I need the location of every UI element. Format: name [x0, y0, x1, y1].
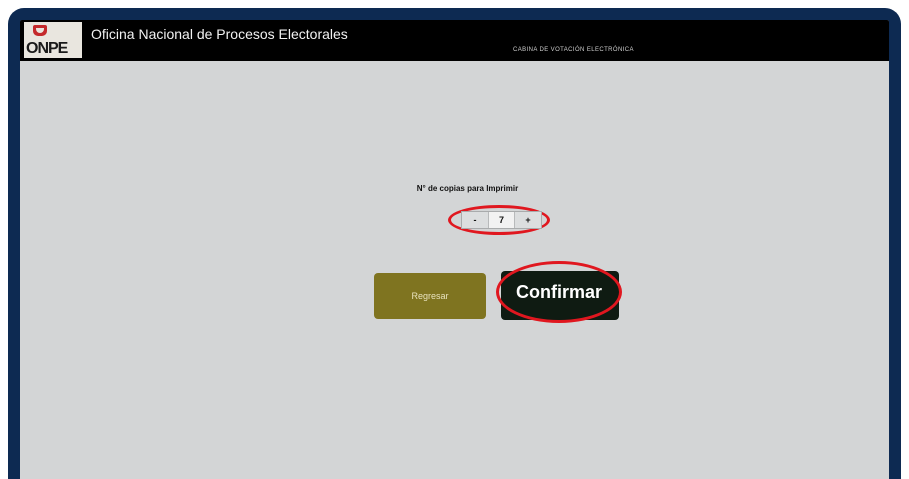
booth-subtitle: CABINA DE VOTACIÓN ELECTRÓNICA	[513, 47, 634, 53]
copies-value[interactable]: 7	[489, 212, 514, 228]
organization-title: Oficina Nacional de Procesos Electorales	[91, 26, 348, 42]
confirm-button-highlight[interactable]: Confirmar	[496, 261, 622, 323]
logo-text: ONPE	[26, 40, 68, 57]
voting-screen: ONPE Oficina Nacional de Procesos Electo…	[20, 20, 889, 479]
device-frame: ONPE Oficina Nacional de Procesos Electo…	[8, 8, 901, 479]
app-header: ONPE Oficina Nacional de Procesos Electo…	[20, 20, 889, 61]
copies-stepper-highlight: - 7 +	[448, 205, 550, 235]
ballot-box-icon	[33, 25, 47, 36]
increment-button[interactable]: +	[514, 212, 541, 228]
copies-stepper: - 7 +	[461, 211, 542, 229]
back-button[interactable]: Regresar	[374, 273, 486, 319]
decrement-button[interactable]: -	[462, 212, 489, 228]
onpe-logo: ONPE	[24, 22, 82, 58]
copies-label: N° de copias para Imprimir	[416, 184, 519, 193]
